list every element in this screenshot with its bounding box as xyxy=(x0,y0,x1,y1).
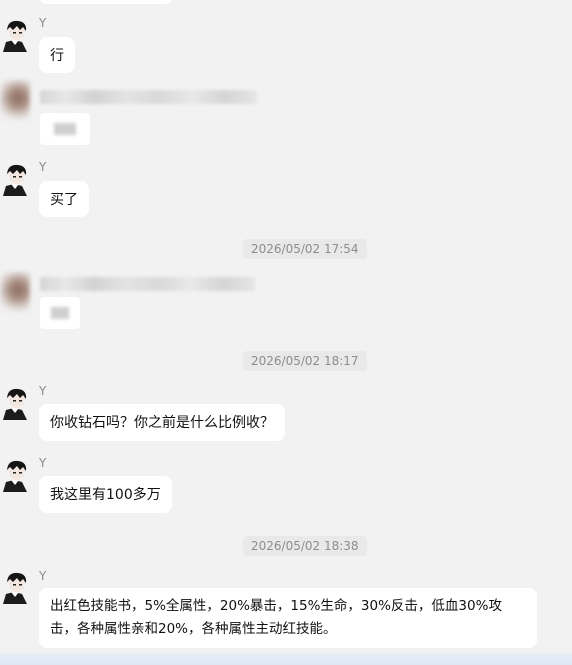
contact-message-blurred[interactable] xyxy=(40,297,80,329)
message-bubble[interactable]: 买了 xyxy=(39,181,89,217)
top-bubble-edge xyxy=(40,0,172,4)
message-bubble[interactable]: 行 xyxy=(39,37,75,73)
sender-name: Y xyxy=(39,160,47,174)
avatar-icon[interactable] xyxy=(0,386,30,420)
sender-name: Y xyxy=(39,384,47,398)
timestamp: 2026/05/02 17:54 xyxy=(243,239,367,259)
avatar-icon[interactable] xyxy=(0,162,30,196)
timestamp: 2026/05/02 18:38 xyxy=(243,536,367,556)
avatar-icon[interactable] xyxy=(0,570,30,604)
sender-name: Y xyxy=(39,569,47,583)
contact-name-blurred xyxy=(40,277,255,291)
message-bubble[interactable]: 你收钻石吗？你之前是什么比例收？ xyxy=(39,404,285,441)
contact-avatar-icon[interactable] xyxy=(0,80,30,120)
message-bubble[interactable]: 出红色技能书，5%全属性，20%暴击，15%生命，30%反击，低血30%攻击，各… xyxy=(39,588,537,648)
input-area-edge xyxy=(0,653,572,665)
avatar-icon[interactable] xyxy=(0,18,30,52)
contact-message-blurred[interactable] xyxy=(40,113,90,145)
message-bubble[interactable]: 我这里有100多万 xyxy=(39,476,172,513)
avatar-icon[interactable] xyxy=(0,458,30,492)
contact-name-blurred xyxy=(40,90,257,104)
sender-name: Y xyxy=(39,456,47,470)
contact-avatar-icon[interactable] xyxy=(0,272,30,312)
sender-name: Y xyxy=(39,16,47,30)
timestamp: 2026/05/02 18:17 xyxy=(243,351,367,371)
